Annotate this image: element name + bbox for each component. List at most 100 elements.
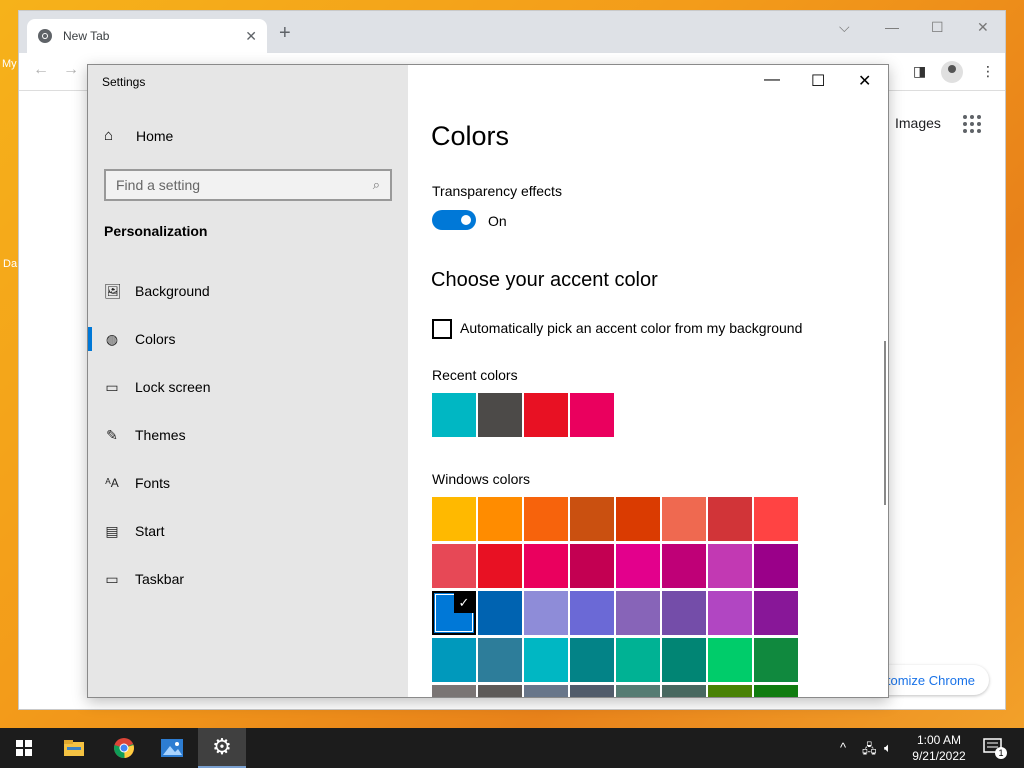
chrome-taskbar-button[interactable] xyxy=(100,728,148,768)
windows-color-swatch[interactable] xyxy=(616,591,660,635)
windows-color-swatch[interactable] xyxy=(570,685,614,697)
windows-color-swatch[interactable] xyxy=(754,591,798,635)
system-clock[interactable]: 1:00 AM 9/21/2022 xyxy=(900,732,978,764)
notification-center-icon[interactable]: 1 xyxy=(983,738,1007,759)
sidebar-item-label: Themes xyxy=(135,427,186,443)
windows-color-swatch[interactable] xyxy=(754,497,798,541)
windows-color-swatch[interactable] xyxy=(524,638,568,682)
photos-icon xyxy=(161,739,183,757)
windows-color-swatch[interactable] xyxy=(570,638,614,682)
recent-color-swatch[interactable] xyxy=(570,393,614,437)
windows-color-swatch[interactable] xyxy=(708,591,752,635)
windows-color-swatch[interactable] xyxy=(754,544,798,588)
recent-color-swatch[interactable] xyxy=(524,393,568,437)
chrome-icon xyxy=(38,29,52,43)
side-panel-icon[interactable]: ◨ xyxy=(913,63,926,80)
recent-color-swatch[interactable] xyxy=(432,393,476,437)
windows-color-swatch[interactable] xyxy=(708,638,752,682)
windows-color-swatch[interactable] xyxy=(432,685,476,697)
accent-color-heading: Choose your accent color xyxy=(431,269,658,291)
start-button[interactable] xyxy=(0,728,48,768)
home-nav-item[interactable]: ⌂ Home xyxy=(104,127,173,144)
auto-accent-checkbox[interactable] xyxy=(432,319,452,339)
windows-color-swatch[interactable] xyxy=(662,497,706,541)
settings-taskbar-button[interactable]: ⚙ xyxy=(198,728,246,768)
sidebar-item-themes[interactable]: ✎ Themes xyxy=(88,415,408,455)
network-icon[interactable]: 🖧 xyxy=(862,740,877,762)
windows-color-swatch[interactable] xyxy=(478,685,522,697)
find-setting-search[interactable]: Find a setting ⌕ xyxy=(104,169,392,201)
file-explorer-button[interactable] xyxy=(50,728,98,768)
sidebar-item-start[interactable]: ▤ Start xyxy=(88,511,408,551)
windows-color-swatch[interactable] xyxy=(478,591,522,635)
sidebar-item-label: Taskbar xyxy=(135,571,185,587)
windows-color-swatch[interactable] xyxy=(478,544,522,588)
windows-color-swatch[interactable] xyxy=(432,544,476,588)
windows-color-swatch[interactable] xyxy=(524,544,568,588)
windows-color-swatch[interactable] xyxy=(570,544,614,588)
windows-color-swatch[interactable] xyxy=(616,544,660,588)
close-button[interactable]: ✕ xyxy=(977,19,989,36)
windows-color-swatch[interactable] xyxy=(616,685,660,697)
home-icon: ⌂ xyxy=(104,127,114,144)
windows-color-swatch[interactable] xyxy=(708,497,752,541)
sidebar-item-background[interactable]: 🖼︎ Background xyxy=(88,271,408,311)
taskbar-icon: ▭ xyxy=(105,570,119,587)
search-input[interactable]: Find a setting xyxy=(116,177,373,193)
windows-color-swatch[interactable] xyxy=(754,685,798,697)
recent-color-swatch[interactable] xyxy=(478,393,522,437)
close-button[interactable]: ✕ xyxy=(858,71,871,91)
apps-grid-icon[interactable] xyxy=(963,115,981,133)
menu-icon[interactable]: ⋮ xyxy=(981,63,995,80)
windows-color-swatch[interactable] xyxy=(754,638,798,682)
images-link[interactable]: Images xyxy=(895,115,941,131)
tab-search-icon[interactable]: ⌵ xyxy=(839,19,850,36)
windows-color-swatch[interactable] xyxy=(524,591,568,635)
back-icon[interactable]: ← xyxy=(33,61,49,79)
chrome-tab[interactable]: New Tab ✕ xyxy=(27,19,267,53)
desktop-icon-label: Da xyxy=(3,258,18,270)
sidebar-item-fonts[interactable]: ᴬA Fonts xyxy=(88,463,408,503)
search-icon: ⌕ xyxy=(372,177,380,192)
windows-color-swatch[interactable] xyxy=(524,497,568,541)
windows-color-swatch[interactable] xyxy=(662,685,706,697)
sidebar-item-taskbar[interactable]: ▭ Taskbar xyxy=(88,559,408,599)
windows-color-swatch[interactable]: ✓ xyxy=(432,591,476,635)
scrollbar[interactable] xyxy=(884,341,886,505)
windows-color-swatch[interactable] xyxy=(478,497,522,541)
forward-icon[interactable]: → xyxy=(63,61,79,79)
maximize-button[interactable]: ☐ xyxy=(811,71,825,91)
sidebar-item-colors[interactable]: ◍ Colors xyxy=(88,319,408,359)
chrome-icon xyxy=(114,738,134,759)
sidebar-item-lock-screen[interactable]: ▭ Lock screen xyxy=(88,367,408,407)
windows-color-swatch[interactable] xyxy=(478,638,522,682)
windows-color-swatch[interactable] xyxy=(570,591,614,635)
tab-close-icon[interactable]: ✕ xyxy=(245,28,257,45)
font-icon: ᴬA xyxy=(105,476,119,490)
transparency-toggle[interactable] xyxy=(432,210,476,230)
window-title: Settings xyxy=(102,75,146,89)
windows-color-swatch[interactable] xyxy=(708,544,752,588)
volume-icon[interactable]: 🔈︎ xyxy=(884,740,892,756)
notification-count: 1 xyxy=(995,747,1007,759)
new-tab-button[interactable]: + xyxy=(279,23,291,43)
minimize-button[interactable]: — xyxy=(764,71,780,89)
show-hidden-icons-chevron[interactable]: ^ xyxy=(840,740,846,755)
windows-color-swatch[interactable] xyxy=(616,638,660,682)
windows-color-swatch[interactable] xyxy=(708,685,752,697)
windows-color-swatch[interactable] xyxy=(570,497,614,541)
windows-color-swatch[interactable] xyxy=(616,497,660,541)
auto-accent-label[interactable]: Automatically pick an accent color from … xyxy=(460,320,802,336)
windows-color-swatch[interactable] xyxy=(432,497,476,541)
windows-color-swatch[interactable] xyxy=(662,638,706,682)
minimize-button[interactable]: — xyxy=(885,19,899,35)
start-icon: ▤ xyxy=(105,522,119,539)
windows-color-swatch[interactable] xyxy=(524,685,568,697)
maximize-button[interactable]: ☐ xyxy=(931,19,944,36)
windows-color-swatch[interactable] xyxy=(662,544,706,588)
windows-color-swatch[interactable] xyxy=(662,591,706,635)
windows-colors-label: Windows colors xyxy=(432,471,531,487)
photos-taskbar-button[interactable] xyxy=(148,728,196,768)
profile-avatar[interactable] xyxy=(941,61,963,83)
windows-color-swatch[interactable] xyxy=(432,638,476,682)
